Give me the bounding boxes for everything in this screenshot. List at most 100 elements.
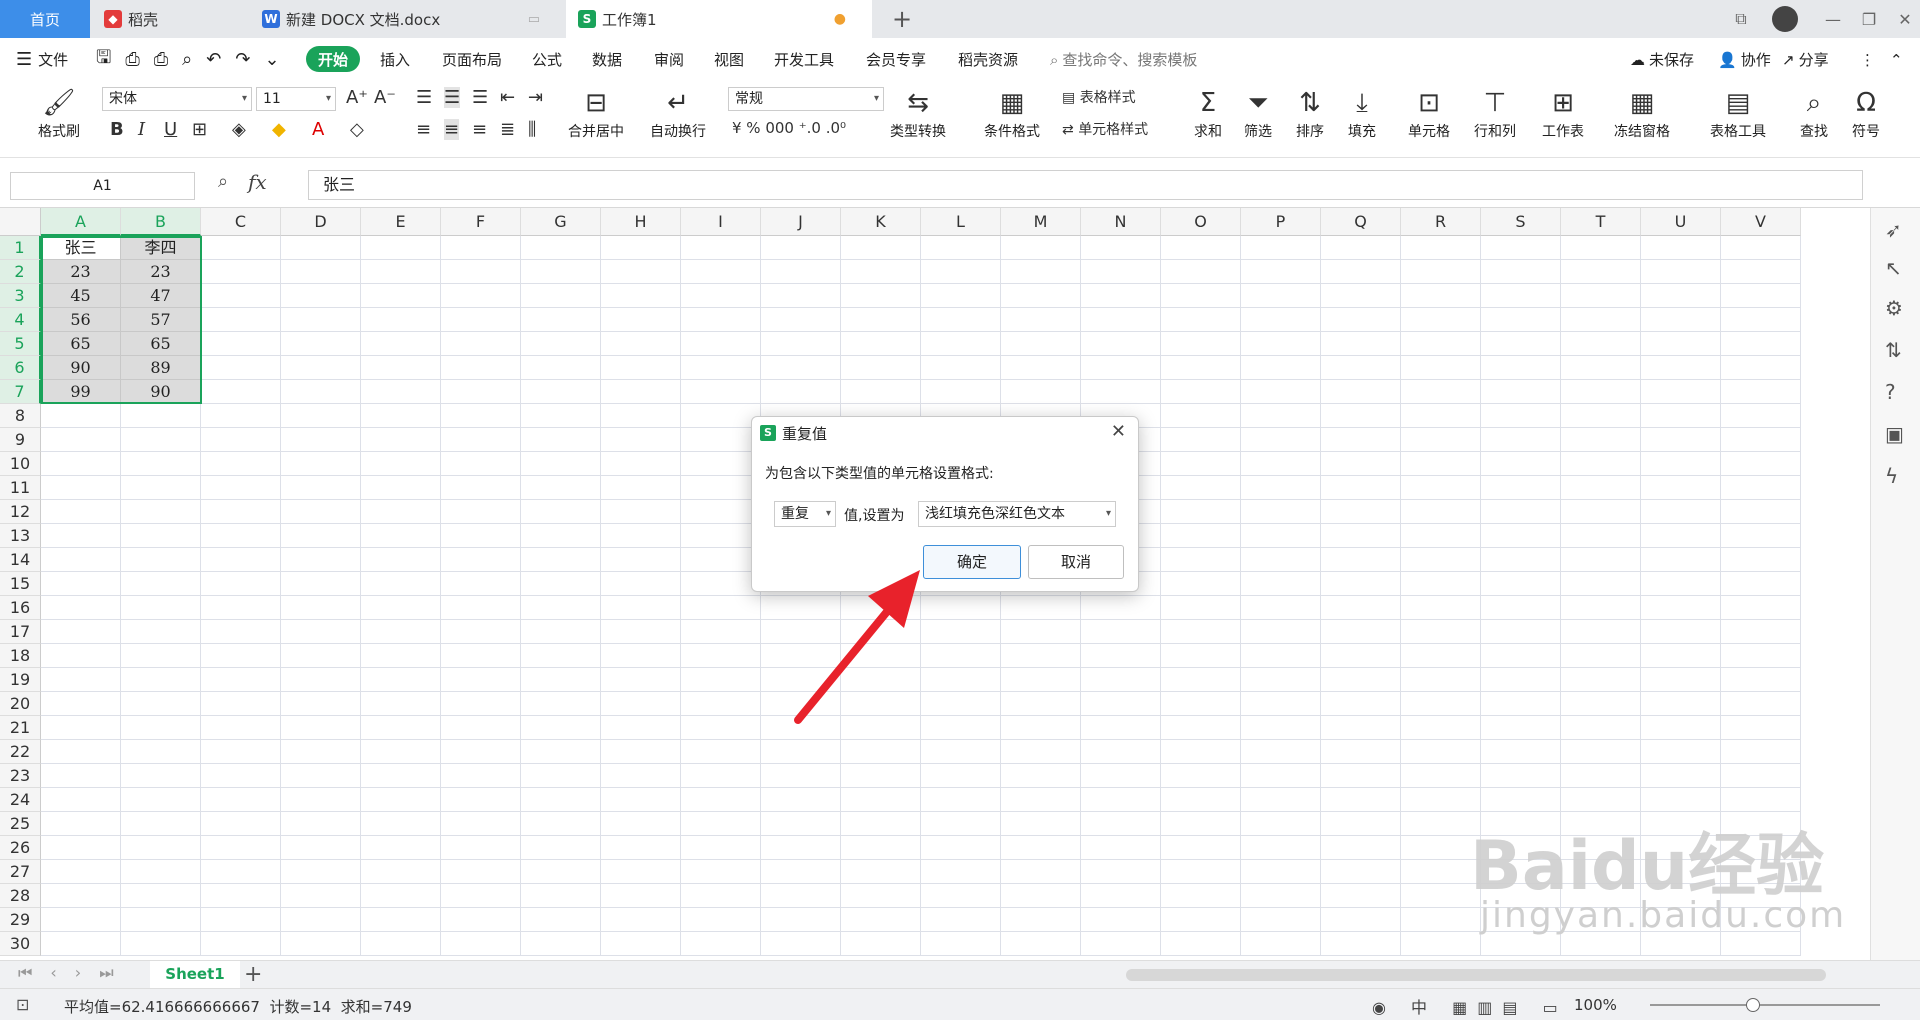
cell-b5[interactable]: 65 <box>121 332 201 356</box>
more-menu-icon[interactable]: ⋮ <box>1860 38 1875 81</box>
row-header-29[interactable]: 29 <box>0 908 41 932</box>
row-header-13[interactable]: 13 <box>0 524 41 548</box>
column-header-f[interactable]: F <box>441 208 521 236</box>
symbol-button[interactable]: Ω 符号 <box>1852 85 1880 141</box>
cell-style-button[interactable]: ⇄ 单元格样式 <box>1062 119 1148 139</box>
menu-page-layout[interactable]: 页面布局 <box>442 38 502 81</box>
cell-b6[interactable]: 89 <box>121 356 201 380</box>
column-header-s[interactable]: S <box>1481 208 1561 236</box>
row-header-8[interactable]: 8 <box>0 404 41 428</box>
row-header-22[interactable]: 22 <box>0 740 41 764</box>
avatar[interactable] <box>1766 0 1804 38</box>
close-window-icon[interactable]: ✕ <box>1886 0 1920 38</box>
tab-docer[interactable]: ◆ 稻壳 <box>92 0 248 38</box>
cell-b1[interactable]: 李四 <box>121 236 201 260</box>
font-name-select[interactable]: 宋体 <box>102 87 252 111</box>
redo-icon[interactable]: ↷ <box>235 49 250 70</box>
row-header-3[interactable]: 3 <box>0 284 41 308</box>
zoom-level[interactable]: 100% <box>1574 996 1617 1014</box>
cell-a3[interactable]: 45 <box>41 284 121 308</box>
save-icon[interactable]: 🖫 <box>96 45 111 75</box>
more-quick-icon[interactable]: ⌄ <box>264 49 279 70</box>
find-button[interactable]: ⌕ 查找 <box>1800 85 1828 141</box>
table-style-button[interactable]: ▤ 表格样式 <box>1062 87 1136 107</box>
row-header-28[interactable]: 28 <box>0 884 41 908</box>
fx-icon[interactable]: fx <box>248 170 267 194</box>
sort-button[interactable]: ⇅ 排序 <box>1296 85 1324 141</box>
column-header-n[interactable]: N <box>1081 208 1161 236</box>
horizontal-scrollbar[interactable] <box>1126 969 1826 981</box>
column-header-j[interactable]: J <box>761 208 841 236</box>
menu-view[interactable]: 视图 <box>714 38 744 81</box>
row-header-24[interactable]: 24 <box>0 788 41 812</box>
row-header-27[interactable]: 27 <box>0 860 41 884</box>
row-col-button[interactable]: ⊤ 行和列 <box>1474 85 1516 141</box>
print-icon[interactable]: ⎙ <box>154 49 168 70</box>
cell-b7[interactable]: 90 <box>121 380 201 404</box>
cell-b2[interactable]: 23 <box>121 260 201 284</box>
row-header-21[interactable]: 21 <box>0 716 41 740</box>
select-all-corner[interactable] <box>0 208 41 236</box>
type-convert-button[interactable]: ⇆ 类型转换 <box>890 85 946 141</box>
justify-icon[interactable]: ≣ <box>500 119 515 140</box>
add-sheet-button[interactable]: + <box>244 961 262 988</box>
column-header-e[interactable]: E <box>361 208 441 236</box>
minimize-icon[interactable]: — <box>1814 0 1852 38</box>
collapse-ribbon-icon[interactable]: ⌃ <box>1890 38 1903 81</box>
tab-docx[interactable]: W 新建 DOCX 文档.docx ▭ <box>250 0 566 38</box>
restore-icon[interactable]: ❐ <box>1850 0 1888 38</box>
dialog-close-icon[interactable]: ✕ <box>1111 421 1126 442</box>
row-header-19[interactable]: 19 <box>0 668 41 692</box>
freeze-panes-button[interactable]: ▦ 冻结窗格 <box>1614 85 1670 141</box>
row-header-4[interactable]: 4 <box>0 308 41 332</box>
bold-icon[interactable]: B <box>110 119 124 140</box>
row-header-25[interactable]: 25 <box>0 812 41 836</box>
cell-a7[interactable]: 99 <box>41 380 121 404</box>
grow-font-icon[interactable]: A⁺ <box>346 87 368 108</box>
column-header-o[interactable]: O <box>1161 208 1241 236</box>
worksheet-button[interactable]: ⊞ 工作表 <box>1542 85 1584 141</box>
row-header-5[interactable]: 5 <box>0 332 41 356</box>
underline-icon[interactable]: U <box>164 119 177 140</box>
formula-input[interactable]: 张三 <box>308 170 1863 200</box>
zoom-formula-icon[interactable]: ⌕ <box>218 171 228 192</box>
column-header-v[interactable]: V <box>1721 208 1801 236</box>
row-header-26[interactable]: 26 <box>0 836 41 860</box>
new-tab-button[interactable]: + <box>884 0 920 38</box>
row-header-17[interactable]: 17 <box>0 620 41 644</box>
cell-b4[interactable]: 57 <box>121 308 201 332</box>
font-color-icon[interactable]: A <box>312 119 324 140</box>
row-header-23[interactable]: 23 <box>0 764 41 788</box>
row-header-12[interactable]: 12 <box>0 500 41 524</box>
align-center-icon[interactable]: ≡ <box>444 119 460 140</box>
ok-button[interactable]: 确定 <box>923 545 1021 579</box>
fill-button[interactable]: ⤓ 填充 <box>1348 85 1376 141</box>
align-top-icon[interactable]: ☰ <box>416 87 432 108</box>
cell-a5[interactable]: 65 <box>41 332 121 356</box>
column-header-k[interactable]: K <box>841 208 921 236</box>
row-header-15[interactable]: 15 <box>0 572 41 596</box>
column-header-g[interactable]: G <box>521 208 601 236</box>
zoom-slider-thumb[interactable] <box>1746 998 1760 1012</box>
tab-workbook[interactable]: S 工作簿1 ● <box>566 0 872 38</box>
wrap-text-button[interactable]: ↵ 自动换行 <box>650 85 706 141</box>
image-tool-icon[interactable]: ▣ <box>1885 412 1904 456</box>
column-header-t[interactable]: T <box>1561 208 1641 236</box>
window-count-icon[interactable]: ⧉ <box>1722 0 1760 38</box>
row-header-6[interactable]: 6 <box>0 356 41 380</box>
align-middle-icon[interactable]: ☰ <box>444 87 461 108</box>
zoom-slider[interactable] <box>1650 1004 1880 1006</box>
menu-docer-resources[interactable]: 稻壳资源 <box>958 38 1018 81</box>
format-style-select[interactable]: 浅红填充色深红色文本 <box>918 501 1116 527</box>
clear-format-icon[interactable]: ◇ <box>350 119 364 140</box>
dup-type-select[interactable]: 重复 <box>774 501 836 527</box>
column-header-c[interactable]: C <box>201 208 281 236</box>
menu-developer[interactable]: 开发工具 <box>774 38 834 81</box>
column-header-r[interactable]: R <box>1401 208 1481 236</box>
cursor-icon[interactable]: ↖ <box>1885 246 1902 290</box>
font-size-select[interactable]: 11 <box>256 87 336 111</box>
cell-a4[interactable]: 56 <box>41 308 121 332</box>
print-preview-icon[interactable]: ⌕ <box>182 49 192 70</box>
column-header-i[interactable]: I <box>681 208 761 236</box>
number-format-select[interactable]: 常规 <box>728 87 884 111</box>
